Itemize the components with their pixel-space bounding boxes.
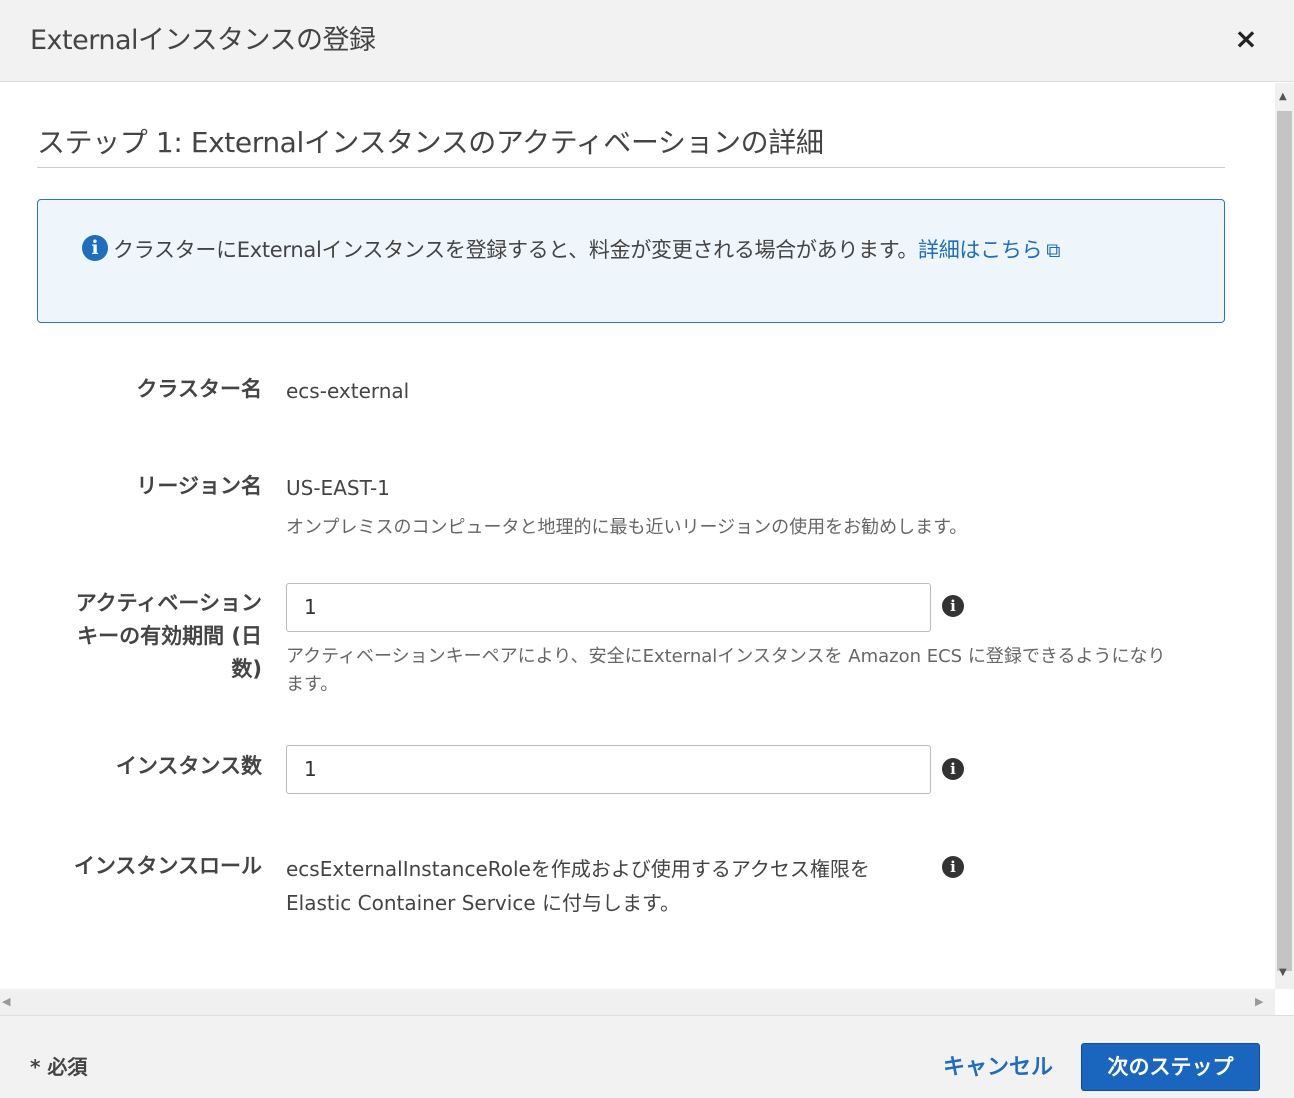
step-title: ステップ 1: Externalインスタンスのアクティベーションの詳細	[37, 126, 824, 159]
instance-count-input[interactable]: 1	[286, 745, 931, 794]
info-message: クラスターにExternalインスタンスを登録すると、料金が変更される場合があり…	[113, 238, 919, 262]
info-alert-text: クラスターにExternalインスタンスを登録すると、料金が変更される場合があり…	[113, 234, 1061, 264]
scroll-down-icon[interactable]: ▼	[1279, 967, 1287, 978]
modal-body: ステップ 1: Externalインスタンスのアクティベーションの詳細 i クラ…	[0, 83, 1294, 989]
external-link-icon: ⧉	[1046, 238, 1061, 262]
region-value: US-EAST-1	[286, 476, 390, 500]
info-icon[interactable]: i	[942, 856, 964, 878]
modal-title: Externalインスタンスの登録	[30, 25, 376, 56]
scroll-up-icon[interactable]: ▲	[1279, 91, 1287, 102]
instance-role-text: ecsExternalInstanceRoleを作成および使用するアクセス権限を…	[286, 857, 870, 915]
horizontal-scrollbar[interactable]: ◀ ▶	[0, 989, 1275, 1015]
info-alert: i クラスターにExternalインスタンスを登録すると、料金が変更される場合が…	[37, 199, 1225, 323]
modal-footer: * 必須 キャンセル 次のステップ	[0, 1015, 1294, 1098]
cluster-name-label: クラスター名	[136, 377, 262, 401]
scrollbar-thumb[interactable]	[1277, 111, 1292, 971]
instance-count-label: インスタンス数	[115, 754, 262, 778]
info-icon[interactable]: i	[942, 595, 964, 617]
scroll-left-icon[interactable]: ◀	[2, 995, 10, 1008]
activation-label: アクティベーション キーの有効期間 (日 数)	[75, 591, 262, 681]
modal-header: Externalインスタンスの登録 ×	[0, 0, 1294, 82]
activation-days-input[interactable]: 1	[286, 583, 931, 632]
region-label: リージョン名	[136, 474, 262, 498]
instance-role-label: インスタンスロール	[73, 854, 262, 878]
info-icon[interactable]: i	[942, 758, 964, 780]
next-step-button[interactable]: 次のステップ	[1081, 1043, 1260, 1091]
close-icon[interactable]: ×	[1232, 24, 1260, 54]
region-hint: オンプレミスのコンピュータと地理的に最も近いリージョンの使用をお勧めします。	[286, 517, 968, 538]
vertical-scrollbar[interactable]: ▲ ▼	[1275, 83, 1294, 989]
cluster-name-value: ecs-external	[286, 379, 410, 403]
divider	[37, 167, 1225, 168]
learn-more-link[interactable]: 詳細はこちら ⧉	[918, 238, 1060, 262]
cancel-button[interactable]: キャンセル	[943, 1049, 1053, 1081]
info-circle-icon: i	[82, 235, 108, 261]
required-note: * 必須	[30, 1055, 88, 1079]
scroll-right-icon[interactable]: ▶	[1255, 995, 1263, 1008]
activation-hint: アクティベーションキーペアにより、安全にExternalインスタンスを Amaz…	[286, 646, 1166, 695]
